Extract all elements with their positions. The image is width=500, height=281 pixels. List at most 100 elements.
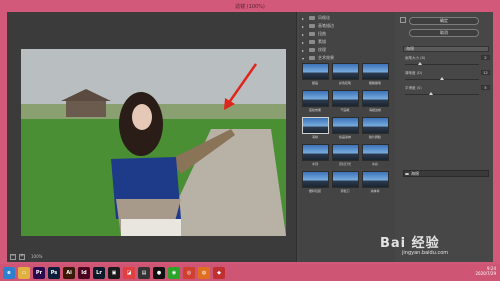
clock-date: 2020/7/29 — [475, 271, 496, 276]
filter-select[interactable]: 海绵 — [403, 46, 489, 52]
collapse-gallery-button[interactable] — [400, 17, 406, 23]
browser-icon[interactable]: e — [3, 266, 15, 279]
preview-image[interactable] — [21, 49, 286, 236]
screenshot-icon[interactable]: ▤ — [138, 266, 150, 279]
zoom-bar: − + 100% — [7, 251, 297, 262]
slider-handle[interactable] — [428, 92, 433, 95]
filter-thumbnail[interactable]: 水彩 — [361, 144, 389, 168]
filter-thumbnail[interactable]: 彩色铅笔 — [331, 63, 359, 87]
illustrator-icon[interactable]: Ai — [63, 266, 75, 279]
chevron-right-icon: ▸ — [302, 39, 305, 45]
filter-thumbnail-label: 涂抹棒 — [370, 189, 380, 193]
chevron-right-icon: ▸ — [302, 23, 305, 29]
effect-layer[interactable]: 海绵 — [403, 170, 489, 177]
filter-category[interactable]: ▸ 扭曲 — [299, 30, 395, 38]
param-slider[interactable] — [405, 77, 479, 80]
filter-category-label: 素描 — [318, 39, 326, 44]
filter-thumbnail-label: 木刻 — [311, 162, 318, 166]
filter-thumbnail-image — [331, 144, 359, 161]
filter-thumbnail[interactable]: 粗糙蜡笔 — [361, 63, 389, 87]
filter-thumbnail[interactable]: 海绵 — [301, 117, 329, 141]
filter-category-label: 画笔描边 — [318, 23, 334, 28]
folder-icon — [309, 56, 315, 60]
ok-button[interactable]: 确定 — [409, 17, 479, 25]
filter-thumbnail-image — [361, 144, 389, 161]
filter-thumbnail-label: 壁画 — [311, 81, 318, 85]
filter-thumbnail[interactable]: 塑料包装 — [301, 171, 329, 195]
filter-thumbnail-image — [361, 117, 389, 134]
window-title-bar: 滤镜 (100%) — [7, 0, 493, 12]
slider-handle[interactable] — [417, 62, 422, 65]
folder-icon[interactable]: ▭ — [18, 266, 30, 279]
folder-icon — [309, 24, 315, 28]
capture-icon[interactable]: ◪ — [123, 266, 135, 279]
filter-category[interactable]: ▸ 素描 — [299, 38, 395, 46]
filter-thumbnail[interactable]: 底纹效果 — [301, 90, 329, 114]
lightroom-icon[interactable]: Lr — [93, 266, 105, 279]
filter-thumbnail-label: 水彩 — [371, 162, 378, 166]
filter-thumbnail[interactable]: 海报边缘 — [361, 90, 389, 114]
filter-thumbnail-label: 粗糙蜡笔 — [368, 81, 381, 85]
filter-thumbnail[interactable]: 绘画涂抹 — [331, 117, 359, 141]
filter-thumbnail-label: 底纹效果 — [308, 108, 321, 112]
filter-category-label: 风格化 — [318, 15, 330, 20]
zoom-in-button[interactable]: + — [19, 253, 25, 260]
filter-category[interactable]: ▸ 画笔描边 — [299, 22, 395, 30]
filter-thumbnail-label: 霓虹灯光 — [338, 162, 351, 166]
zoom-out-button[interactable]: − — [10, 253, 16, 260]
filter-category[interactable]: ▾ 艺术效果 — [299, 54, 395, 62]
filter-thumbnail-grid: 壁画 彩色铅笔 粗糙蜡笔底纹效果 干画笔 海报边缘海绵 绘画涂抹 胶片颗粒木刻 霓虹灯光 水彩塑… — [301, 63, 391, 195]
app-icon[interactable]: ◆ — [213, 266, 225, 279]
indesign-icon[interactable]: Id — [78, 266, 90, 279]
filter-thumbnail-image — [301, 117, 329, 134]
media-icon[interactable]: ▣ — [108, 266, 120, 279]
filter-thumbnail-image — [301, 90, 329, 107]
param-slider[interactable] — [405, 62, 479, 65]
filter-gallery: ▸ 风格化 ▸ 画笔描边 ▸ 扭曲 ▸ 素描 ▸ 纹理 ▾ 艺术效果 壁画 彩色铅笔 粗糙蜡笔 底纹效果 干画… — [299, 12, 395, 262]
photoshop-icon[interactable]: Ps — [48, 266, 60, 279]
filter-thumbnail-image — [361, 63, 389, 80]
filter-category[interactable]: ▸ 纹理 — [299, 46, 395, 54]
filter-thumbnail-image — [361, 171, 389, 188]
filter-thumbnail[interactable]: 调色刀 — [331, 171, 359, 195]
window-title: 滤镜 (100%) — [235, 3, 265, 10]
chrome-icon[interactable]: ◎ — [183, 266, 195, 279]
chevron-right-icon: ▸ — [302, 47, 305, 53]
param-label: 平滑度 (S) — [405, 86, 422, 90]
filter-thumbnail-image — [331, 63, 359, 80]
filter-thumbnail[interactable]: 霓虹灯光 — [331, 144, 359, 168]
firefox-icon[interactable]: ◍ — [198, 266, 210, 279]
filter-thumbnail[interactable]: 涂抹棒 — [361, 171, 389, 195]
premiere-icon[interactable]: Pr — [33, 266, 45, 279]
param-label: 画笔大小 (B) — [405, 56, 426, 60]
filter-thumbnail[interactable]: 木刻 — [301, 144, 329, 168]
folder-icon — [309, 32, 315, 36]
filter-thumbnail-label: 海绵 — [311, 135, 318, 139]
filter-category-label: 艺术效果 — [318, 55, 334, 60]
filter-thumbnail-label: 调色刀 — [340, 189, 350, 193]
qq-icon[interactable]: ● — [153, 266, 165, 279]
chevron-right-icon: ▸ — [302, 15, 305, 21]
slider-handle[interactable] — [440, 77, 444, 80]
filter-thumbnail-image — [331, 171, 359, 188]
wechat-icon[interactable]: ◉ — [168, 266, 180, 279]
param-slider[interactable] — [405, 92, 479, 95]
filter-thumbnail-label: 彩色铅笔 — [338, 81, 351, 85]
filter-category-label: 纹理 — [318, 47, 326, 52]
filter-thumbnail-image — [301, 63, 329, 80]
param-value-input[interactable]: 12 — [481, 70, 490, 75]
filter-thumbnail[interactable]: 胶片颗粒 — [361, 117, 389, 141]
param-value-input[interactable]: 2 — [481, 55, 490, 60]
preview-photo — [21, 49, 286, 236]
param-value-input[interactable]: 5 — [481, 85, 490, 90]
filter-thumbnail-label: 塑料包装 — [308, 189, 321, 193]
filter-thumbnail[interactable]: 干画笔 — [331, 90, 359, 114]
zoom-level[interactable]: 100% — [31, 254, 42, 259]
filter-thumbnail[interactable]: 壁画 — [301, 63, 329, 87]
cancel-button[interactable]: 取消 — [409, 29, 479, 37]
system-clock[interactable]: 9:24 2020/7/29 — [475, 266, 496, 276]
eye-icon[interactable] — [405, 173, 409, 175]
filter-category[interactable]: ▸ 风格化 — [299, 14, 395, 22]
folder-icon — [309, 16, 315, 20]
filter-thumbnail-label: 绘画涂抹 — [338, 135, 351, 139]
